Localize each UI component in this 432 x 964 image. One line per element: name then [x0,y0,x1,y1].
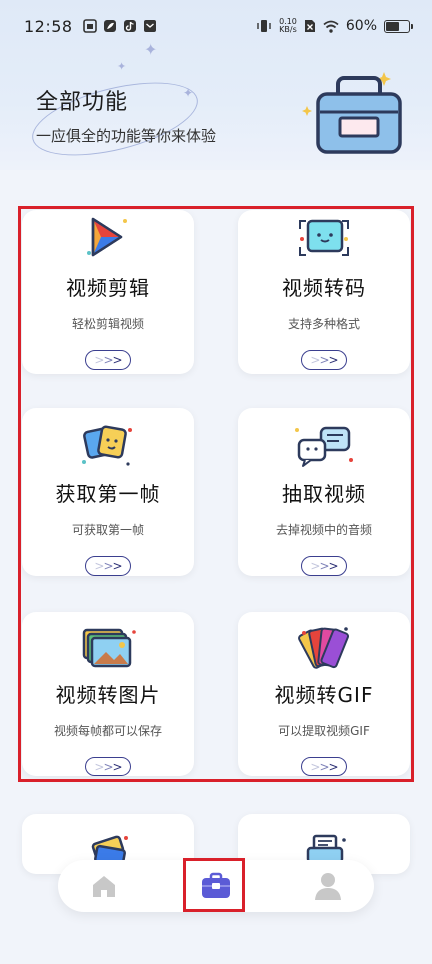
card-title: 视频转图片 [55,683,161,708]
card-description: 轻松剪辑视频 [71,317,144,331]
page-subtitle: 一应俱全的功能等你来体验 [36,127,217,145]
feature-card-first-frame[interactable]: 获取第一帧 可获取第一帧 > > > [22,408,194,576]
feature-card-video-to-image[interactable]: 视频转图片 视频每帧都可以保存 > > > [22,612,194,776]
home-icon [93,876,115,897]
feature-card-video-transcode[interactable]: 视频转码 支持多种格式 > > > [238,210,410,374]
feature-card-extract-video[interactable]: 抽取视频 去掉视频中的音频 > > > [238,408,410,576]
toolbox-illustration-icon [302,72,402,154]
card-go-button[interactable]: > > > [301,757,347,776]
card-go-button[interactable]: > > > [85,757,131,776]
battery-percent: 60% [345,18,377,34]
card-go-button[interactable]: > > > [85,350,131,370]
status-time: 12:58 [24,16,73,36]
card-title: 视频转码 [282,276,366,300]
status-bar: 12:58 0.10 KB/s 60% [0,0,432,52]
nav-profile[interactable] [298,860,358,912]
chat-bubbles-icon [292,418,356,472]
net-speed-unit: KB/s [279,25,297,34]
play-video-icon [76,210,140,266]
card-go-button[interactable]: > > > [301,556,347,576]
vibrate-icon [257,20,271,32]
nav-toolbox[interactable] [186,860,246,912]
card-description: 支持多种格式 [287,317,360,331]
card-go-button[interactable]: > > > [85,556,131,576]
tiktok-icon [123,20,136,32]
sparkle-icon: ✦ [117,60,127,73]
status-right: 0.10 KB/s 60% [256,18,413,34]
user-icon [315,873,341,900]
card-description: 去掉视频中的音频 [275,523,372,538]
nav-home[interactable] [74,860,134,912]
card-title: 视频剪辑 [66,276,150,300]
sparkle-icon: ✦ [183,86,194,100]
card-title: 获取第一帧 [55,482,161,507]
sim-card-icon [82,19,97,33]
card-title: 抽取视频 [282,482,366,507]
toolbox-icon [202,872,230,898]
bottom-nav [58,860,374,912]
color-cards-icon [292,622,356,673]
notification-icons [82,19,157,33]
no-sim-icon [304,20,315,32]
net-speed: 0.10 KB/s [279,18,297,34]
battery-icon [384,19,413,33]
card-description: 视频每帧都可以保存 [53,724,162,739]
transcode-screen-icon [292,210,356,266]
photo-stack-icon [76,622,140,673]
sparkle-icon: ✦ [144,40,158,59]
page-title: 全部功能 [36,90,129,115]
feature-card-video-to-gif[interactable]: 视频转GIF 可以提取视频GIF > > > [238,612,410,776]
card-title: 视频转GIF [274,683,374,708]
feature-card-video-edit[interactable]: 视频剪辑 轻松剪辑视频 > > > [22,210,194,374]
app-leaf-icon [103,20,116,32]
mail-icon [143,20,156,32]
frames-icon [76,418,140,472]
wifi-icon [323,20,339,33]
card-description: 可以提取视频GIF [278,724,370,739]
card-go-button[interactable]: > > > [301,350,347,370]
card-description: 可获取第一帧 [71,523,144,538]
